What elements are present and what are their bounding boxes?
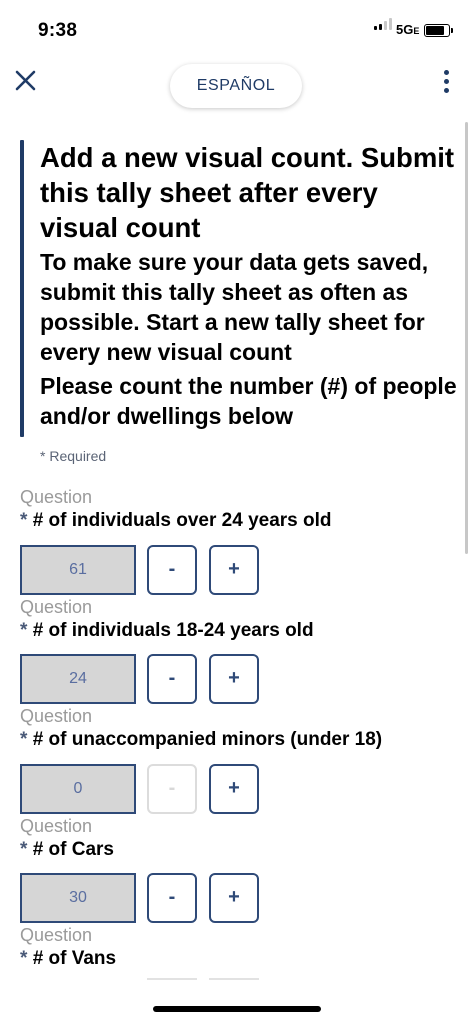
battery-icon	[424, 24, 453, 37]
increment-button[interactable]: +	[209, 764, 259, 814]
required-star: *	[20, 839, 28, 860]
question-tag: Question	[20, 925, 93, 945]
question-tag: Question	[20, 816, 93, 836]
status-bar: 9:38 5GE	[0, 0, 473, 56]
question-tag: Question	[20, 487, 93, 507]
home-indicator[interactable]	[153, 1006, 321, 1012]
increment-button[interactable]: +	[209, 545, 259, 595]
increment-button[interactable]: +	[209, 654, 259, 704]
required-text: Required	[49, 448, 107, 464]
required-star: *	[20, 620, 28, 641]
count-input[interactable]: 24	[20, 654, 136, 704]
question-tag: Question	[20, 706, 93, 726]
increment-button[interactable]: +	[209, 873, 259, 923]
question-item: Question * # of Cars	[20, 816, 460, 862]
required-star: *	[20, 729, 28, 750]
count-input[interactable]: 0	[20, 764, 136, 814]
required-star: *	[20, 510, 28, 531]
status-time: 9:38	[38, 20, 78, 41]
form-subtitle: To make sure your data gets saved, submi…	[40, 249, 429, 365]
question-label: * # of unaccompanied minors (under 18)	[20, 728, 460, 752]
count-input[interactable]: 61	[20, 545, 136, 595]
decrement-button[interactable]: -	[147, 764, 197, 814]
question-label-text: # of Cars	[32, 839, 114, 860]
required-note: * Required	[40, 448, 106, 464]
question-label: * # of Vans	[20, 947, 460, 971]
question-label: * # of individuals over 24 years old	[20, 509, 460, 533]
question-item: Question * # of individuals 18-24 years …	[20, 597, 460, 643]
header-accent-bar	[20, 140, 24, 437]
more-vertical-icon[interactable]	[440, 70, 454, 94]
question-label: * # of individuals 18-24 years old	[20, 619, 460, 643]
question-label: * # of Cars	[20, 838, 460, 862]
question-label-text: # of Vans	[32, 948, 117, 969]
network-suffix: E	[413, 26, 420, 36]
scrollbar[interactable]	[465, 122, 468, 554]
decrement-button[interactable]: -	[147, 545, 197, 595]
question-item: Question * # of individuals over 24 year…	[20, 487, 460, 533]
form-header: Add a new visual count. Submit this tall…	[20, 140, 460, 437]
required-star: *	[20, 948, 28, 969]
count-input[interactable]: 30	[20, 873, 136, 923]
question-item: Question * # of unaccompanied minors (un…	[20, 706, 460, 752]
required-star: *	[40, 448, 46, 464]
counter-row-partial	[20, 978, 460, 982]
form-instruction: Please count the number (#) of people an…	[40, 373, 457, 429]
question-label-text: # of unaccompanied minors (under 18)	[32, 729, 383, 750]
form-title: Add a new visual count. Submit this tall…	[40, 142, 455, 243]
decrement-button[interactable]: -	[147, 654, 197, 704]
close-icon	[15, 70, 36, 91]
question-label-text: # of individuals 18-24 years old	[32, 620, 314, 641]
language-toggle-button[interactable]: ESPAÑOL	[170, 64, 302, 108]
network-type: 5G	[396, 22, 414, 37]
question-label-text: # of individuals over 24 years old	[32, 510, 332, 531]
decrement-button[interactable]: -	[147, 873, 197, 923]
network-indicator: 5GE	[396, 22, 419, 37]
question-tag: Question	[20, 597, 93, 617]
close-button[interactable]	[12, 67, 40, 95]
question-item: Question * # of Vans	[20, 925, 460, 971]
